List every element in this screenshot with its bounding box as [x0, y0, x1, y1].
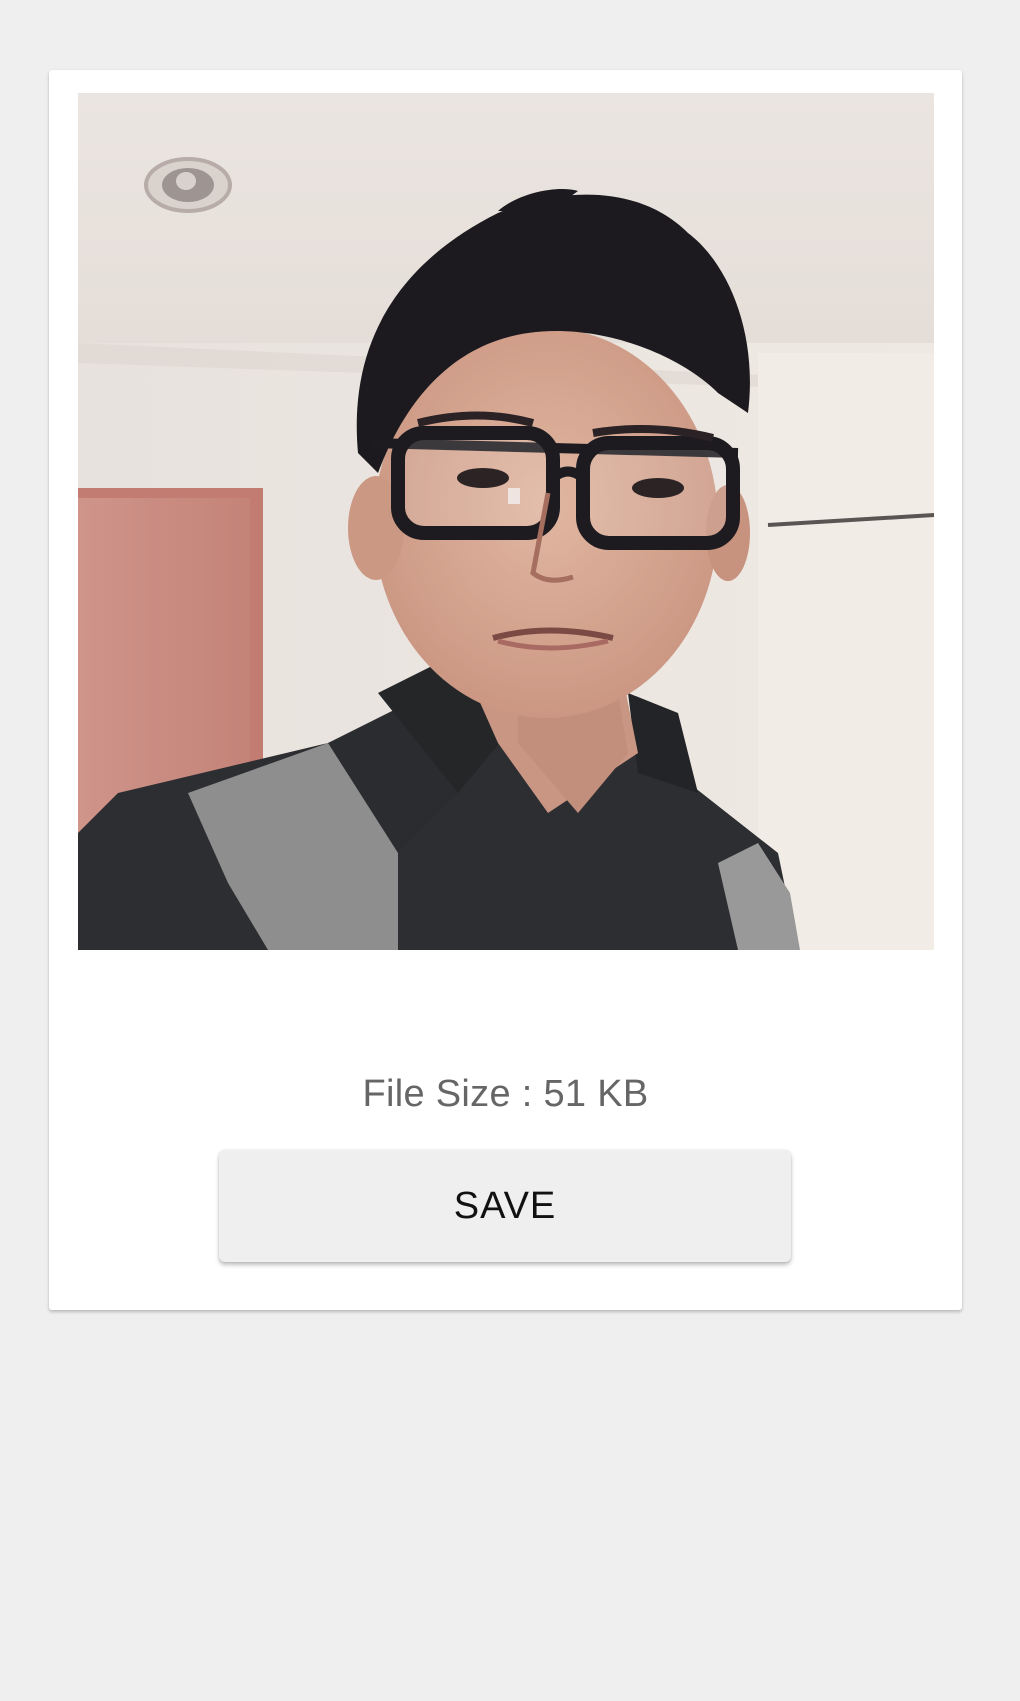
save-button[interactable]: SAVE — [219, 1150, 791, 1262]
profile-photo — [78, 93, 934, 950]
photo-card: File Size : 51 KB SAVE — [49, 70, 962, 1310]
file-size-label: File Size : 51 KB — [362, 1073, 649, 1115]
